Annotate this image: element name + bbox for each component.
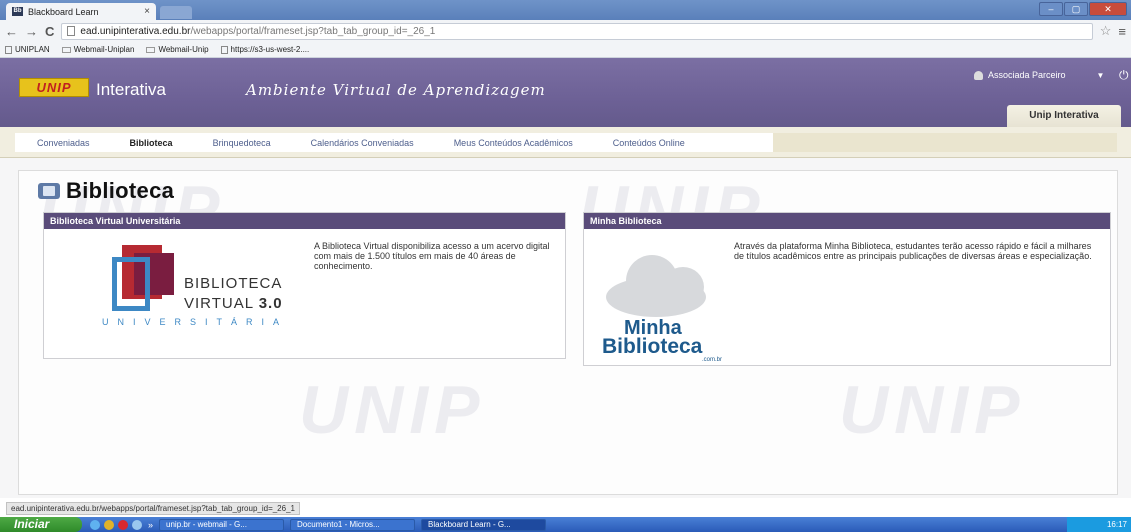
cloud-shape — [662, 267, 704, 307]
quick-launch — [90, 519, 142, 530]
subnav-meus-conteudos[interactable]: Meus Conteúdos Acadêmicos — [432, 138, 591, 148]
logo-shape — [112, 257, 150, 311]
logo-suffix: .com.br — [702, 357, 723, 363]
subnav-biblioteca[interactable]: Biblioteca — [108, 138, 191, 148]
user-icon — [974, 70, 983, 80]
page-heading: Biblioteca — [38, 178, 174, 204]
subnav-conteudos-online[interactable]: Conteúdos Online — [591, 138, 703, 148]
logo-version: 3.0 — [258, 295, 283, 312]
taskbar-button-webmail[interactable]: unip.br - webmail - G... — [159, 518, 285, 531]
module-description: A Biblioteca Virtual disponibiliza acess… — [314, 241, 550, 271]
ie-icon[interactable] — [90, 519, 100, 530]
subnav-filler — [773, 133, 1117, 152]
mail-icon — [146, 46, 156, 53]
logout-icon[interactable]: ⏻ — [1119, 68, 1129, 83]
menu-icon[interactable]: ≡ — [1118, 24, 1126, 39]
subnav-brinquedoteca[interactable]: Brinquedoteca — [191, 138, 289, 148]
module-description: Através da plataforma Minha Biblioteca, … — [734, 241, 1092, 261]
new-tab-button[interactable] — [160, 6, 192, 19]
bookmark-label: Webmail-Unip — [158, 45, 209, 54]
browser-tab-strip: Bb Blackboard Learn × – ▢ ✕ — [0, 0, 1131, 20]
logo-text-universitaria: UNIVERSITÁRIA — [102, 317, 289, 327]
clock[interactable]: 16:17 — [1107, 520, 1127, 529]
background-watermark: UNIP — [839, 372, 1026, 448]
forward-arrow-icon[interactable]: → — [25, 24, 38, 39]
taskbar-button-blackboard[interactable]: Blackboard Learn - G... — [421, 518, 547, 531]
browser-status-bar: ead.unipinterativa.edu.br/webapps/portal… — [6, 502, 300, 515]
module-biblioteca-virtual: Biblioteca Virtual Universitária BIBLIOT… — [43, 212, 566, 359]
window-controls: – ▢ ✕ — [1039, 2, 1127, 16]
book-icon — [38, 183, 60, 199]
subnav-conveniadas[interactable]: Conveniadas — [15, 138, 108, 148]
taskbar-button-documento[interactable]: Documento1 - Micros... — [290, 518, 416, 531]
sub-navigation: Conveniadas Biblioteca Brinquedoteca Cal… — [0, 127, 1131, 158]
app-icon[interactable] — [132, 519, 142, 530]
browser-toolbar: ← → C ead.unipinterativa.edu.br/webapps/… — [0, 20, 1131, 42]
bookmark-label: Webmail-Uniplan — [73, 45, 135, 54]
logo-text-biblioteca: BIBLIOTECA — [184, 275, 283, 292]
chrome-icon[interactable] — [104, 519, 114, 530]
site-tagline: Ambiente Virtual de Aprendizagem — [246, 81, 546, 99]
user-menu[interactable]: Associada Parceiro ▼ — [974, 70, 1104, 80]
page-title: Biblioteca — [66, 178, 175, 203]
bookmark-webmail-unip[interactable]: Webmail-Unip — [146, 45, 209, 54]
os-taskbar: Iniciar » unip.br - webmail - G... Docum… — [0, 517, 1131, 532]
page-icon — [5, 45, 12, 54]
url-path: /webapps/portal/frameset.jsp?tab_tab_gro… — [190, 25, 436, 37]
logo-text-virtual: VIRTUAL 3.0 — [184, 295, 283, 312]
close-window-button[interactable]: ✕ — [1089, 2, 1127, 16]
tab-close-icon[interactable]: × — [144, 6, 150, 17]
logo-word-biblioteca: Biblioteca — [602, 335, 703, 358]
blackboard-favicon-icon: Bb — [12, 7, 23, 16]
module-minha-biblioteca: Minha Biblioteca Minha Biblioteca .com.b… — [583, 212, 1111, 366]
logo-text-virtual-word: VIRTUAL — [184, 295, 254, 312]
user-name: Associada Parceiro — [988, 70, 1066, 80]
reload-icon[interactable]: C — [45, 24, 54, 39]
site-header: UNIP Interativa Ambiente Virtual de Apre… — [0, 58, 1131, 127]
bookmark-label: UNIPLAN — [15, 45, 50, 54]
bookmark-uniplan[interactable]: UNIPLAN — [5, 45, 50, 54]
chevron-down-icon[interactable]: ▼ — [1097, 71, 1105, 80]
module-heading: Minha Biblioteca — [584, 213, 1110, 229]
sub-navigation-items: Conveniadas Biblioteca Brinquedoteca Cal… — [15, 133, 773, 152]
brand-name: Interativa — [96, 80, 166, 99]
maximize-button[interactable]: ▢ — [1064, 2, 1088, 16]
subnav-calendarios[interactable]: Calendários Conveniadas — [289, 138, 432, 148]
browser-tab-title: Blackboard Learn — [28, 6, 99, 17]
bookmark-webmail-uniplan[interactable]: Webmail-Uniplan — [61, 45, 135, 54]
chevron-right-icon[interactable]: » — [148, 520, 153, 530]
unip-logo[interactable]: UNIP — [19, 78, 89, 97]
module-heading: Biblioteca Virtual Universitária — [44, 213, 565, 229]
minimize-button[interactable]: – — [1039, 2, 1063, 16]
start-button[interactable]: Iniciar — [0, 517, 82, 532]
page-icon — [220, 45, 228, 54]
page-icon — [67, 26, 76, 36]
url-host: ead.unipinterativa.edu.br — [80, 25, 191, 37]
opera-icon[interactable] — [118, 519, 128, 530]
browser-tab[interactable]: Bb Blackboard Learn × — [6, 3, 156, 20]
star-icon[interactable]: ☆ — [1100, 23, 1112, 39]
mail-icon — [61, 46, 71, 53]
back-arrow-icon[interactable]: ← — [5, 24, 18, 39]
tab-unip-interativa[interactable]: Unip Interativa — [1007, 105, 1121, 127]
bvu-logo[interactable]: BIBLIOTECA VIRTUAL 3.0 UNIVERSITÁRIA — [82, 243, 322, 343]
bookmarks-bar: UNIPLAN Webmail-Uniplan Webmail-Unip htt… — [0, 42, 1131, 58]
background-watermark: UNIP — [299, 372, 486, 448]
bookmark-s3[interactable]: https://s3-us-west-2.... — [220, 45, 310, 54]
system-tray: 16:17 — [1067, 517, 1131, 532]
address-bar[interactable]: ead.unipinterativa.edu.br/webapps/portal… — [61, 22, 1093, 40]
bookmark-label: https://s3-us-west-2.... — [230, 45, 310, 54]
minha-biblioteca-logo[interactable]: Minha Biblioteca .com.br — [592, 243, 727, 363]
